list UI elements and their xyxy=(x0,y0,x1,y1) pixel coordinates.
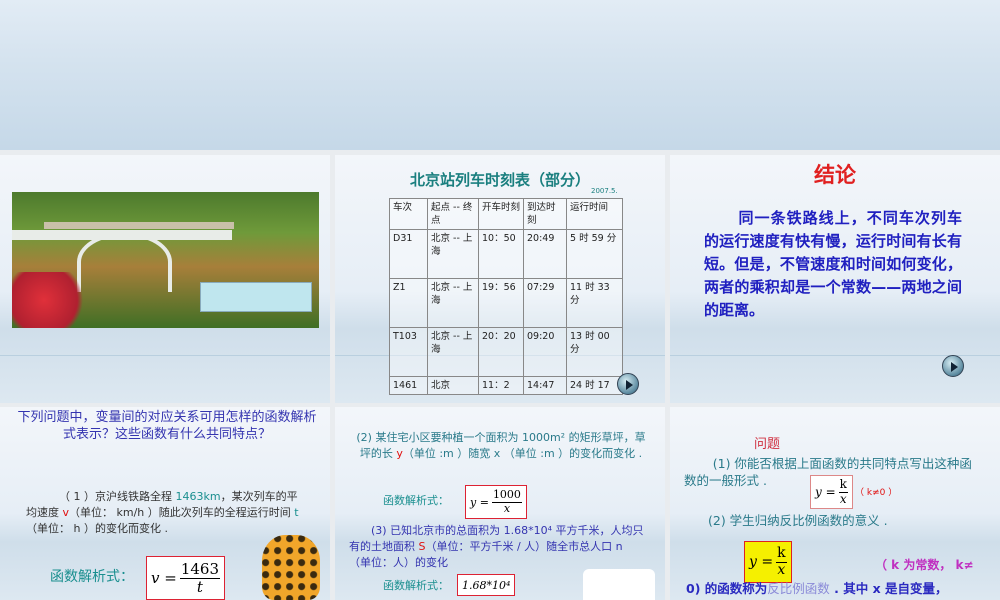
numerator: 1000 xyxy=(491,488,522,503)
cell: 北京 -- 上海 xyxy=(427,327,479,377)
formula-box: y = 1000 x xyxy=(465,485,527,519)
numerator: k xyxy=(776,545,787,563)
question-title: 问题 xyxy=(754,437,781,452)
problem-1: （ 1 ）京沪线铁路全程 1463km，某次列车的平均速度 v（单位： km/h… xyxy=(26,489,306,537)
leopard-cartoon xyxy=(262,535,320,600)
timetable-thumbnail xyxy=(200,282,312,312)
cell: 1461 xyxy=(389,376,428,395)
numerator: 1463 xyxy=(179,560,220,579)
header-cell: 到达时刻 xyxy=(523,198,567,230)
formula-box: v = 1463 t xyxy=(146,556,225,600)
cell: 11 时 33 分 xyxy=(566,278,623,328)
cell: 5 时 59 分 xyxy=(566,229,623,279)
slide-thumbnail-1[interactable] xyxy=(0,155,330,403)
red-leaves xyxy=(12,272,92,328)
formula-lhs: y = xyxy=(815,485,836,499)
formula-lhs: v = xyxy=(151,569,177,587)
table-row: D31 北京 -- 上海 10：50 20:49 5 时 59 分 xyxy=(389,229,623,279)
cell: 14:47 xyxy=(523,376,567,395)
conclusion-title: 结论 xyxy=(814,163,856,187)
header-cell: 起点 -- 终点 xyxy=(427,198,479,230)
snoopy-cartoon xyxy=(583,569,655,600)
slide-background-banner xyxy=(0,0,1000,150)
formula-label: 函数解析式： xyxy=(50,569,134,585)
denominator: x xyxy=(503,501,511,515)
cell: 北京 -- 上海 xyxy=(427,278,479,328)
variable-t: t xyxy=(294,506,299,519)
table-row: T103 北京 -- 上海 20：20 09:20 13 时 00 分 xyxy=(389,327,623,377)
formula-box-2: 1.68*10⁴ xyxy=(457,574,516,596)
cell: 13 时 00 分 xyxy=(566,327,623,377)
play-next-icon[interactable] xyxy=(942,355,964,377)
text: （单位： km/h ）随此次列车的全程运行时间 xyxy=(69,506,295,519)
play-next-icon[interactable] xyxy=(617,373,639,395)
cell: 10：50 xyxy=(478,229,524,279)
table-row: 1461 北京 11：2 14:47 24 时 17 xyxy=(389,376,623,395)
cell: 19：56 xyxy=(478,278,524,328)
cell: T103 xyxy=(389,327,428,377)
cell: 北京 xyxy=(427,376,479,395)
text: （ 1 ）京沪线铁路全程 xyxy=(59,490,176,503)
cell: 北京 -- 上海 xyxy=(427,229,479,279)
timetable: 车次 起点 -- 终点 开车时刻 到达时刻 运行时间 D31 北京 -- 上海 10… xyxy=(389,198,623,395)
slide-thumbnail-4[interactable]: 下列问题中，变量间的对应关系可用怎样的函数解析式表示？这些函数有什么共同特点？ … xyxy=(0,407,330,600)
cell: 07:29 xyxy=(523,278,567,328)
cell: 09:20 xyxy=(523,327,567,377)
cell: 20:49 xyxy=(523,229,567,279)
k-condition: （ k≠0 ） xyxy=(855,488,898,498)
cell: Z1 xyxy=(389,278,428,328)
cell: 11：2 xyxy=(478,376,524,395)
slide-thumbnail-2[interactable]: 北京站列车时刻表（部分） 2007.5. 车次 起点 -- 终点 开车时刻 到达… xyxy=(335,155,665,403)
text: . 其中 x 是自变量， xyxy=(829,581,948,596)
text: 0) 的函数称为 xyxy=(686,581,768,596)
formula-lhs: y = xyxy=(470,495,489,509)
formula-lhs: y = xyxy=(749,554,774,570)
numerator: 1.68*10⁴ xyxy=(462,578,511,592)
header-cell: 开车时刻 xyxy=(478,198,524,230)
formula-label: 函数解析式： xyxy=(383,494,449,507)
general-form-box: y = k x xyxy=(810,475,853,509)
slide-thumbnail-5[interactable]: (2) 某住宅小区要种植一个面积为 1000m² 的矩形草坪，草坪的长 y（单位… xyxy=(335,407,665,600)
cell: 24 时 17 xyxy=(566,376,623,395)
train xyxy=(44,222,234,229)
text: （单位： h ）的变化而变化 . xyxy=(26,522,168,535)
slide-thumbnail-3[interactable]: 结论 同一条铁路线上，不同车次列车的运行速度有快有慢，运行时间有长有短。但是，不… xyxy=(670,155,1000,403)
k-constant-note: （ k 为常数， k≠ xyxy=(875,558,974,572)
question-text: 下列问题中，变量间的对应关系可用怎样的函数解析式表示？这些函数有什么共同特点？ xyxy=(17,410,317,442)
train-bridge-photo xyxy=(12,192,319,328)
text: （单位 :m ）随宽 x （单位 :m ）的变化而变化 . xyxy=(402,447,643,460)
denominator: t xyxy=(196,577,203,596)
question-2: (2) 学生归纳反比例函数的意义 . xyxy=(708,513,888,528)
table-header-row: 车次 起点 -- 终点 开车时刻 到达时刻 运行时间 xyxy=(389,198,623,230)
cell: D31 xyxy=(389,229,428,279)
denominator: x xyxy=(777,561,786,578)
formula-label-2: 函数解析式： xyxy=(383,579,449,592)
problem-2: (2) 某住宅小区要种植一个面积为 1000m² 的矩形草坪，草坪的长 y（单位… xyxy=(351,430,651,462)
distance-value: 1463km xyxy=(175,490,221,503)
term-inverse-proportion: 反比例函数 xyxy=(767,581,830,596)
slide-thumbnail-6[interactable]: 问题 (1) 你能否根据上面函数的共同特点写出这种函数的一般形式 . y = k x… xyxy=(670,407,1000,600)
problem-3: (3) 已知北京市的总面积为 1.68*10⁴ 平方千米，人均只有的土地面积 S… xyxy=(349,523,645,571)
table-row: Z1 北京 -- 上海 19：56 07:29 11 时 33 分 xyxy=(389,278,623,328)
definition-text: 0) 的函数称为反比例函数 . 其中 x 是自变量， xyxy=(686,581,948,597)
numerator: k xyxy=(838,477,848,493)
conclusion-text: 同一条铁路线上，不同车次列车的运行速度有快有慢，运行时间有长有短。但是，不管速度… xyxy=(704,209,962,319)
header-cell: 车次 xyxy=(389,198,428,230)
inverse-proportion-formula: y = k x xyxy=(744,541,792,583)
header-cell: 运行时间 xyxy=(566,198,623,230)
cell: 20：20 xyxy=(478,327,524,377)
denominator: x xyxy=(839,491,847,506)
timetable-date: 2007.5. xyxy=(591,187,618,195)
